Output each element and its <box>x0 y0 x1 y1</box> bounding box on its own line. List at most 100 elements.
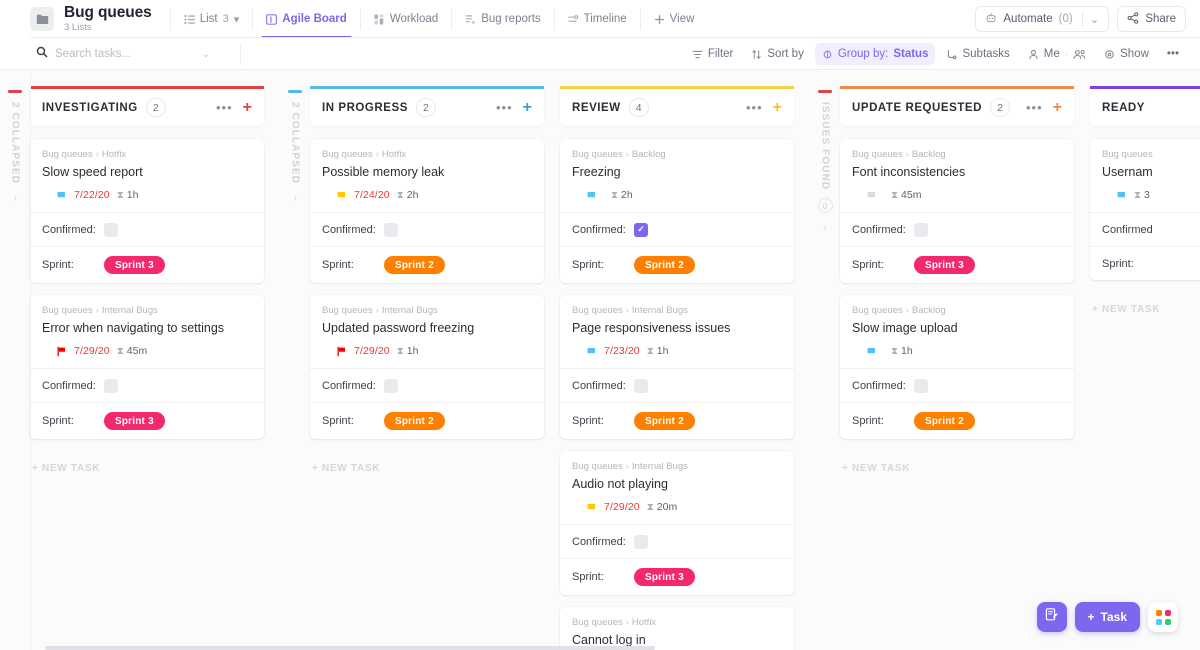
confirmed-checkbox[interactable] <box>104 379 118 393</box>
column-header: IN PROGRESS 2 ••• + <box>310 86 544 126</box>
column-header: REVIEW 4 ••• + <box>560 86 794 126</box>
column-add-task-button[interactable]: + <box>773 101 782 115</box>
confirmed-checkbox[interactable] <box>634 535 648 549</box>
column-menu-button[interactable]: ••• <box>1026 104 1043 112</box>
filter-button[interactable]: Filter <box>685 43 741 65</box>
subtasks-button[interactable]: Subtasks <box>939 43 1016 65</box>
task-card[interactable]: Bug queues›Backlog Freezing ⧗2h Confirme… <box>560 139 794 283</box>
sprint-tag[interactable]: Sprint 2 <box>634 412 695 430</box>
task-card[interactable]: Bug queues›Hotfix Cannot log in 7/24/20 … <box>560 607 794 650</box>
tab-timeline[interactable]: Timeline <box>559 0 636 38</box>
collapsed-group-left[interactable]: 2 COLLAPSED › <box>0 86 30 650</box>
quick-note-button[interactable] <box>1037 602 1067 632</box>
new-task-button[interactable]: + NEW TASK <box>310 463 544 474</box>
sprint-tag[interactable]: Sprint 3 <box>914 256 975 274</box>
priority-flag-icon[interactable] <box>866 346 877 357</box>
sprint-tag[interactable]: Sprint 2 <box>384 256 445 274</box>
task-card-body: Bug queues›Internal Bugs Updated passwor… <box>310 295 544 368</box>
breadcrumb-separator: › <box>96 149 99 160</box>
collapsed-group-mid-label: 2 COLLAPSED <box>290 102 301 184</box>
task-card-body: Bug queues›Backlog Font inconsistencies … <box>840 139 1074 212</box>
confirmed-checkbox[interactable] <box>914 379 928 393</box>
search-icon <box>36 45 48 63</box>
chevron-right-icon[interactable]: › <box>823 222 826 233</box>
priority-flag-icon[interactable] <box>336 346 347 357</box>
time-estimate: ⧗45m <box>891 189 921 201</box>
chevron-down-icon[interactable]: ⌄ <box>1090 12 1100 26</box>
confirmed-checkbox[interactable] <box>104 223 118 237</box>
new-task-button[interactable]: + NEW TASK <box>840 463 1074 474</box>
priority-flag-icon[interactable] <box>586 346 597 357</box>
more-options-button[interactable]: ••• <box>1160 43 1186 65</box>
tab-workload[interactable]: Workload <box>365 0 447 38</box>
sprint-tag[interactable]: Sprint 2 <box>914 412 975 430</box>
filter-icon <box>692 49 703 60</box>
automate-button[interactable]: Automate (0) ⌄ <box>975 6 1109 32</box>
people-icon[interactable] <box>1073 49 1086 60</box>
sort-by-button[interactable]: Sort by <box>744 43 810 65</box>
confirmed-checkbox[interactable] <box>914 223 928 237</box>
add-task-button[interactable]: + Task <box>1075 602 1140 632</box>
breadcrumb-separator: › <box>626 617 629 628</box>
group-by-button[interactable]: Group by: Status <box>815 43 936 65</box>
column-add-task-button[interactable]: + <box>523 101 532 115</box>
apps-button[interactable] <box>1148 602 1178 632</box>
confirmed-checkbox[interactable]: ✓ <box>634 223 648 237</box>
me-filter-button[interactable]: Me · <box>1021 43 1093 65</box>
collapsed-group-issues-found-label: ISSUES FOUND <box>820 102 831 190</box>
task-card[interactable]: Bug queues›Internal Bugs Error when navi… <box>30 295 264 439</box>
new-task-button[interactable]: + NEW TASK <box>30 463 264 474</box>
chevron-down-icon[interactable]: ⌄ <box>202 49 210 60</box>
task-card[interactable]: Bug queues›Internal Bugs Audio not playi… <box>560 451 794 595</box>
task-card[interactable]: Bug queues›Internal Bugs Page responsive… <box>560 295 794 439</box>
column-add-task-button[interactable]: + <box>1053 101 1062 115</box>
apps-grid-icon <box>1156 610 1171 625</box>
show-button[interactable]: Show <box>1097 43 1156 65</box>
priority-flag-icon[interactable] <box>586 502 597 513</box>
share-button[interactable]: Share <box>1117 6 1186 32</box>
collapsed-group-issues-found[interactable]: ISSUES FOUND 0 › <box>810 86 840 650</box>
sprint-tag[interactable]: Sprint 2 <box>634 256 695 274</box>
task-meta: ⧗45m <box>852 189 1062 201</box>
task-card[interactable]: Bug queues›Hotfix Slow speed report 7/22… <box>30 139 264 283</box>
task-card[interactable]: Bug queues›Hotfix Possible memory leak 7… <box>310 139 544 283</box>
time-estimate-value: 1h <box>901 345 913 357</box>
column-add-task-button[interactable]: + <box>243 101 252 115</box>
confirmed-checkbox[interactable] <box>634 379 648 393</box>
priority-flag-icon[interactable] <box>1116 190 1127 201</box>
task-meta: 7/22/20 ⧗1h <box>42 189 252 201</box>
priority-flag-icon[interactable] <box>866 190 877 201</box>
task-card[interactable]: Bug queues Usernam ⧗3 Confirmed Sprint: <box>1090 139 1200 280</box>
tab-list[interactable]: List 3 ▾ <box>175 0 249 38</box>
task-card[interactable]: Bug queues›Backlog Slow image upload ⧗1h… <box>840 295 1074 439</box>
tab-agile-board[interactable]: Agile Board <box>257 0 356 38</box>
task-card[interactable]: Bug queues›Backlog Font inconsistencies … <box>840 139 1074 283</box>
priority-flag-icon[interactable] <box>56 190 67 201</box>
confirmed-checkbox[interactable] <box>384 379 398 393</box>
priority-flag-icon[interactable] <box>336 190 347 201</box>
column-menu-button[interactable]: ••• <box>746 104 763 112</box>
sprint-tag[interactable]: Sprint 3 <box>104 256 165 274</box>
chevron-right-icon[interactable]: › <box>13 193 16 204</box>
hourglass-icon: ⧗ <box>117 190 124 201</box>
sprint-tag[interactable]: Sprint 2 <box>384 412 445 430</box>
collapsed-group-mid[interactable]: 2 COLLAPSED › <box>280 86 310 650</box>
chevron-right-icon[interactable]: › <box>293 193 296 204</box>
sprint-tag[interactable]: Sprint 3 <box>634 568 695 586</box>
search-input[interactable] <box>55 48 195 60</box>
new-task-button[interactable]: + NEW TASK <box>1090 304 1200 315</box>
tab-bug-reports[interactable]: Bug reports <box>456 0 549 38</box>
search-box[interactable]: ⌄ <box>36 45 236 63</box>
task-card-body: Bug queues Usernam ⧗3 <box>1090 139 1200 212</box>
column-menu-button[interactable]: ••• <box>216 104 233 112</box>
column-menu-button[interactable]: ••• <box>496 104 513 112</box>
task-card[interactable]: Bug queues›Internal Bugs Updated passwor… <box>310 295 544 439</box>
add-view-button[interactable]: View <box>645 0 704 38</box>
field-label: Sprint: <box>572 415 634 427</box>
priority-flag-icon[interactable] <box>586 190 597 201</box>
priority-flag-icon[interactable] <box>56 346 67 357</box>
sprint-tag[interactable]: Sprint 3 <box>104 412 165 430</box>
task-card-body: Bug queues›Internal Bugs Error when navi… <box>30 295 264 368</box>
confirmed-checkbox[interactable] <box>384 223 398 237</box>
horizontal-scrollbar[interactable] <box>45 646 655 650</box>
